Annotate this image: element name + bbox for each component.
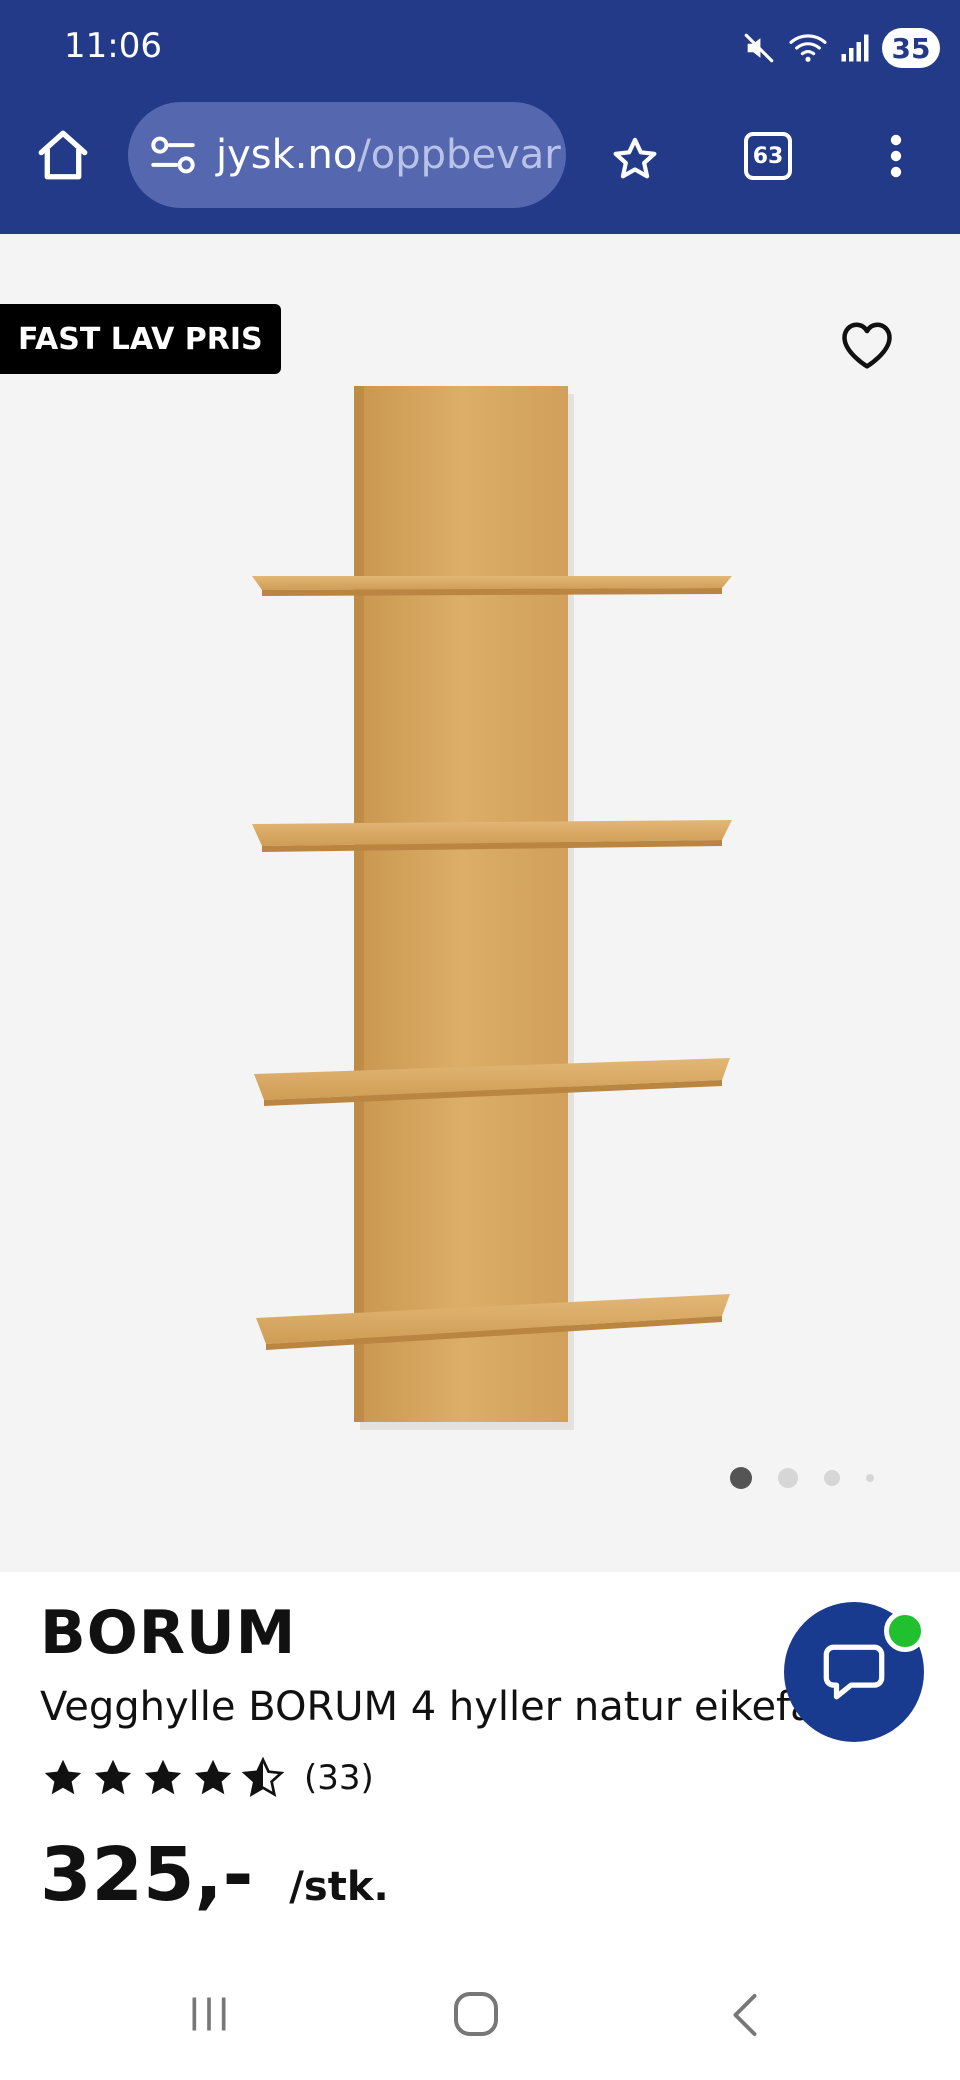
site-settings-icon[interactable]: [150, 135, 196, 175]
pagination-dot[interactable]: [778, 1468, 798, 1488]
star-icon[interactable]: [610, 134, 660, 184]
browser-header: 11:06 35 jysk.no/oppbevar 63: [0, 0, 960, 234]
url-text[interactable]: jysk.no/oppbevar: [216, 132, 561, 178]
signal-icon: [841, 34, 869, 62]
price-badge: FAST LAV PRIS: [0, 304, 281, 374]
product-price: 325,- /stk.: [40, 1832, 389, 1918]
star-full-icon: [194, 1759, 232, 1795]
shelf: [252, 820, 732, 852]
chat-bubble-icon: [823, 1644, 885, 1700]
address-bar[interactable]: jysk.no/oppbevar: [128, 102, 566, 208]
star-full-icon: [44, 1759, 82, 1795]
star-half-icon: [241, 1756, 285, 1797]
gallery-pagination: [730, 1466, 874, 1490]
recent-apps-icon[interactable]: [186, 1992, 232, 2036]
pagination-dot[interactable]: [866, 1474, 874, 1482]
status-time: 11:06: [64, 26, 162, 66]
mute-icon: [744, 33, 774, 63]
shelf: [252, 576, 732, 596]
star-full-icon: [94, 1759, 132, 1795]
product-image[interactable]: [0, 234, 960, 1572]
rating-stars: [40, 1755, 286, 1801]
product-gallery[interactable]: FAST LAV PRIS: [0, 234, 960, 1572]
back-icon[interactable]: [728, 1992, 762, 2038]
product-description: Vegghylle BORUM 4 hyller natur eikefarge: [40, 1684, 820, 1730]
pagination-dot[interactable]: [824, 1470, 840, 1486]
product-brand: BORUM: [40, 1598, 297, 1668]
system-navigation-bar: [0, 1960, 960, 2060]
wifi-icon: [789, 34, 827, 62]
rating-count[interactable]: (33): [304, 1758, 374, 1798]
url-path: /oppbevar: [357, 132, 561, 178]
product-rating[interactable]: (33): [40, 1752, 374, 1804]
status-icons: 35: [742, 24, 940, 72]
home-icon[interactable]: [34, 126, 92, 184]
url-host: jysk.no: [216, 132, 358, 178]
battery-icon: 35: [882, 28, 940, 68]
system-home-icon[interactable]: [452, 1990, 500, 2038]
tabs-icon[interactable]: 63: [744, 132, 792, 180]
pagination-dot-active[interactable]: [730, 1467, 752, 1489]
star-full-icon: [144, 1759, 182, 1795]
heart-icon[interactable]: [840, 320, 894, 370]
price-value: 325,-: [40, 1832, 254, 1918]
price-unit: /stk.: [289, 1864, 389, 1910]
more-vert-icon[interactable]: [880, 132, 912, 180]
online-indicator: [884, 1610, 926, 1652]
